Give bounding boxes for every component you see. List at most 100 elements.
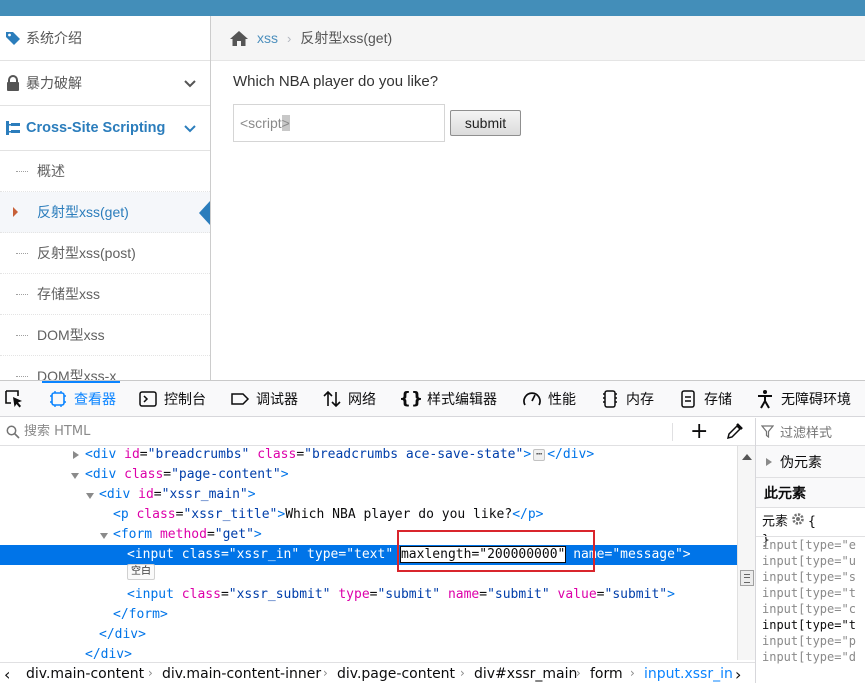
sidebar-subitem-xss-get[interactable]: 反射型xss(get) bbox=[0, 192, 210, 233]
sidebar-item-xss[interactable]: Cross-Site Scripting bbox=[0, 106, 210, 151]
tree-connector bbox=[16, 294, 28, 295]
filter-styles-input[interactable]: 过滤样式 bbox=[756, 418, 865, 446]
caret-right-icon bbox=[13, 207, 18, 217]
sidebar-subitem-label: DOM型xss bbox=[37, 327, 105, 343]
sidebar-item-label: Cross-Site Scripting bbox=[26, 120, 166, 136]
tab-performance[interactable]: 性能 bbox=[522, 381, 576, 417]
chevron-right-icon: › bbox=[576, 666, 581, 680]
rule-selector[interactable]: input[type="t bbox=[762, 617, 865, 633]
pseudo-elements-toggle[interactable]: 伪元素 bbox=[756, 446, 865, 478]
tab-console[interactable]: 控制台 bbox=[138, 381, 206, 417]
breadcrumb-link-xss[interactable]: xss bbox=[257, 30, 278, 46]
sidebar-subitem-xss-dom-x[interactable]: DOM型xss-x bbox=[0, 356, 210, 380]
node-breadcrumb-item[interactable]: form bbox=[590, 666, 623, 682]
devtools-toolbar: 查看器 控制台 调试器 网络 {} 样式编辑器 性能 内存 存储 无障碍环境 bbox=[0, 381, 865, 417]
home-icon[interactable] bbox=[229, 30, 249, 47]
add-node-button[interactable]: + bbox=[690, 421, 708, 443]
tab-accessibility[interactable]: 无障碍环境 bbox=[755, 381, 851, 417]
tab-storage[interactable]: 存储 bbox=[678, 381, 732, 417]
chevron-right-icon: › bbox=[323, 666, 328, 680]
tab-label: 网络 bbox=[348, 392, 376, 408]
sidebar-subitem-label: DOM型xss-x bbox=[37, 368, 117, 380]
markup-node[interactable]: <input class="xssr_submit" type="submit"… bbox=[0, 585, 737, 605]
markup-node[interactable]: <div class="page-content"> bbox=[0, 465, 737, 485]
node-breadcrumb-item-current[interactable]: input.xssr_in bbox=[644, 666, 733, 682]
tab-debugger[interactable]: 调试器 bbox=[230, 381, 298, 417]
markup-node[interactable]: </div> bbox=[0, 645, 737, 661]
rule-selector[interactable]: input[type="c bbox=[762, 601, 865, 617]
sidebar-item-label: 系统介绍 bbox=[26, 30, 82, 46]
rule-selector[interactable]: input[type="e bbox=[762, 537, 865, 553]
rule-selector[interactable]: input[type="d bbox=[762, 649, 865, 665]
markup-scrollbar[interactable] bbox=[737, 446, 755, 660]
markup-node[interactable]: <form method="get"> bbox=[0, 525, 737, 545]
lock-icon bbox=[4, 74, 22, 92]
submit-button[interactable]: submit bbox=[450, 110, 521, 136]
markup-node[interactable]: <div id="xssr_main"> bbox=[0, 485, 737, 505]
css-rule-list: input[type="e input[type="u input[type="… bbox=[756, 536, 865, 665]
chevron-right-icon[interactable]: › bbox=[735, 665, 741, 683]
devtools-panel: 查看器 控制台 调试器 网络 {} 样式编辑器 性能 内存 存储 无障碍环境 搜… bbox=[0, 380, 865, 683]
chevron-right-icon: › bbox=[287, 30, 292, 46]
console-icon bbox=[138, 389, 158, 409]
tab-memory[interactable]: 内存 bbox=[600, 381, 654, 417]
sidebar-subitem-overview[interactable]: 概述 bbox=[0, 151, 210, 192]
gear-icon[interactable] bbox=[791, 512, 805, 532]
markup-node[interactable]: <div id="breadcrumbs" class="breadcrumbs… bbox=[0, 447, 737, 465]
scrollbar-thumb[interactable] bbox=[740, 570, 754, 586]
sitemap-icon bbox=[4, 119, 22, 137]
sidebar-subitem-xss-dom[interactable]: DOM型xss bbox=[0, 315, 210, 356]
node-breadcrumb-item[interactable]: div.main-content-inner bbox=[162, 666, 321, 682]
markup-view: <div id="breadcrumbs" class="breadcrumbs… bbox=[0, 447, 737, 661]
storage-icon bbox=[678, 389, 698, 409]
sidebar-subitem-label: 反射型xss(get) bbox=[37, 204, 129, 220]
node-breadcrumb-item[interactable]: div#xssr_main bbox=[474, 666, 577, 682]
sidebar-item-bruteforce[interactable]: 暴力破解 bbox=[0, 61, 210, 106]
node-breadcrumbs: ‹ div.main-content › div.main-content-in… bbox=[0, 662, 755, 683]
rule-selector[interactable]: input[type="s bbox=[762, 569, 865, 585]
element-picker-button[interactable] bbox=[4, 381, 24, 417]
tab-inspector[interactable]: 查看器 bbox=[42, 381, 120, 417]
attribute-editor[interactable]: maxlength="200000000" bbox=[399, 546, 567, 563]
node-breadcrumb-item[interactable]: div.main-content bbox=[26, 666, 144, 682]
expand-toggle[interactable] bbox=[73, 451, 79, 459]
chevron-down-icon bbox=[184, 120, 196, 136]
tree-connector bbox=[16, 171, 28, 172]
sidebar: 系统介绍 暴力破解 Cross-Site Scripting 概述 反射型xss… bbox=[0, 16, 211, 380]
rule-selector[interactable]: input[type="p bbox=[762, 633, 865, 649]
scroll-up-arrow[interactable] bbox=[742, 454, 752, 460]
sidebar-subitem-xss-stored[interactable]: 存储型xss bbox=[0, 274, 210, 315]
tab-style-editor[interactable]: {} 样式编辑器 bbox=[399, 381, 497, 417]
active-pointer bbox=[199, 201, 210, 225]
tab-label: 调试器 bbox=[256, 392, 298, 408]
node-breadcrumb-item[interactable]: div.page-content bbox=[337, 666, 455, 682]
message-input[interactable]: <script > bbox=[233, 104, 445, 142]
markup-node[interactable]: </form> bbox=[0, 605, 737, 625]
inspector-icon bbox=[48, 389, 68, 409]
html-search-bar: + bbox=[0, 418, 755, 446]
collapsed-ellipsis[interactable]: ⋯ bbox=[533, 448, 546, 461]
rule-selector[interactable]: input[type="u bbox=[762, 553, 865, 569]
tab-label: 样式编辑器 bbox=[427, 392, 497, 408]
whitespace-badge[interactable]: 空白 bbox=[127, 564, 155, 580]
rule-selector[interactable]: input[type="t bbox=[762, 585, 865, 601]
breadcrumb-current: 反射型xss(get) bbox=[300, 30, 393, 46]
input-text: <script bbox=[240, 115, 282, 131]
markup-node[interactable]: </div> bbox=[0, 625, 737, 645]
memory-icon bbox=[600, 389, 620, 409]
sidebar-item-intro[interactable]: 系统介绍 bbox=[0, 16, 210, 61]
markup-node-selected[interactable]: <input class="xssr_in" type="text" maxle… bbox=[0, 545, 737, 565]
debugger-icon bbox=[230, 389, 250, 409]
markup-node[interactable]: <p class="xssr_title">Which NBA player d… bbox=[0, 505, 737, 525]
collapse-toggle[interactable] bbox=[100, 533, 108, 539]
tab-network[interactable]: 网络 bbox=[322, 381, 376, 417]
search-icon bbox=[6, 425, 20, 439]
sidebar-subitem-xss-post[interactable]: 反射型xss(post) bbox=[0, 233, 210, 274]
collapse-toggle[interactable] bbox=[71, 473, 79, 479]
eyedropper-icon[interactable] bbox=[726, 422, 744, 444]
html-search-input[interactable] bbox=[24, 424, 664, 439]
collapse-toggle[interactable] bbox=[86, 493, 94, 499]
chevron-down-icon bbox=[184, 75, 196, 91]
tree-connector bbox=[16, 253, 28, 254]
chevron-left-icon[interactable]: ‹ bbox=[4, 665, 10, 683]
